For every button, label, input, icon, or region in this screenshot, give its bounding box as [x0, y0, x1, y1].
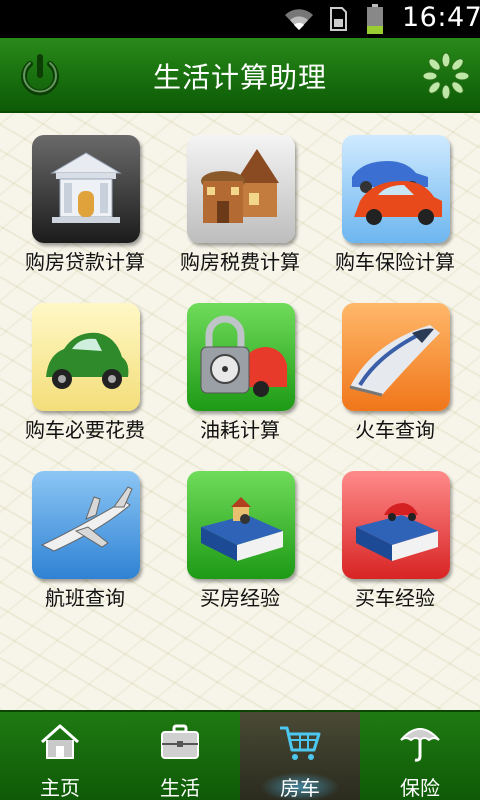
bank-icon	[32, 135, 140, 243]
tab-label: 主页	[40, 776, 80, 800]
tile-flight-query[interactable]: 航班查询	[8, 449, 162, 610]
tile-mortgage-calc[interactable]: 购房贷款计算	[8, 113, 162, 274]
tab-life[interactable]: 生活	[120, 712, 240, 800]
tile-label: 购房税费计算	[180, 250, 300, 274]
tab-insurance[interactable]: 保险	[360, 712, 480, 800]
tile-fuel-consumption[interactable]: 油耗计算	[163, 281, 317, 442]
tile-label: 买房经验	[200, 586, 280, 610]
battery-icon	[367, 4, 383, 34]
tile-label: 油耗计算	[200, 418, 280, 442]
tab-label: 房车	[280, 776, 320, 800]
home-icon	[41, 724, 79, 759]
tile-car-insurance-calc[interactable]: 购车保险计算	[318, 113, 472, 274]
train-icon	[342, 303, 450, 411]
app-header: 生活计算助理	[0, 38, 480, 113]
airplane-icon	[32, 471, 140, 579]
tile-car-buying-tips[interactable]: 买车经验	[318, 449, 472, 610]
briefcase-icon	[161, 724, 199, 759]
lock-car-icon	[187, 303, 295, 411]
beetle-car-icon	[32, 303, 140, 411]
houses-icon	[187, 135, 295, 243]
tab-label: 保险	[400, 776, 440, 800]
tile-label: 购车必要花费	[25, 418, 145, 442]
tab-house-car[interactable]: 房车	[240, 712, 360, 800]
tile-house-tax-calc[interactable]: 购房税费计算	[163, 113, 317, 274]
loading-icon[interactable]	[422, 52, 470, 100]
function-grid: 购房贷款计算 购房税费计算 购车保险计算 购车必要花费 油耗计算 火车查询 航班…	[0, 113, 480, 710]
tile-label: 购房贷款计算	[25, 250, 145, 274]
car-book-icon	[342, 471, 450, 579]
wifi-icon	[285, 9, 313, 31]
cars-icon	[342, 135, 450, 243]
tile-house-buying-tips[interactable]: 买房经验	[163, 449, 317, 610]
house-book-icon	[187, 471, 295, 579]
cart-icon	[280, 726, 321, 760]
tile-label: 火车查询	[355, 418, 435, 442]
tab-home[interactable]: 主页	[0, 712, 120, 800]
status-clock: 16:47	[402, 2, 480, 33]
tile-label: 航班查询	[45, 586, 125, 610]
status-bar: 16:47	[0, 0, 480, 38]
tile-train-query[interactable]: 火车查询	[318, 281, 472, 442]
bottom-nav: 主页 生活 房车 保险	[0, 710, 480, 800]
umbrella-icon	[400, 728, 440, 762]
sim-icon	[330, 7, 347, 31]
tile-label: 购车保险计算	[335, 250, 455, 274]
tab-label: 生活	[160, 776, 200, 800]
page-title: 生活计算助理	[152, 61, 327, 94]
tile-car-expenses[interactable]: 购车必要花费	[8, 281, 162, 442]
tile-label: 买车经验	[355, 586, 435, 610]
